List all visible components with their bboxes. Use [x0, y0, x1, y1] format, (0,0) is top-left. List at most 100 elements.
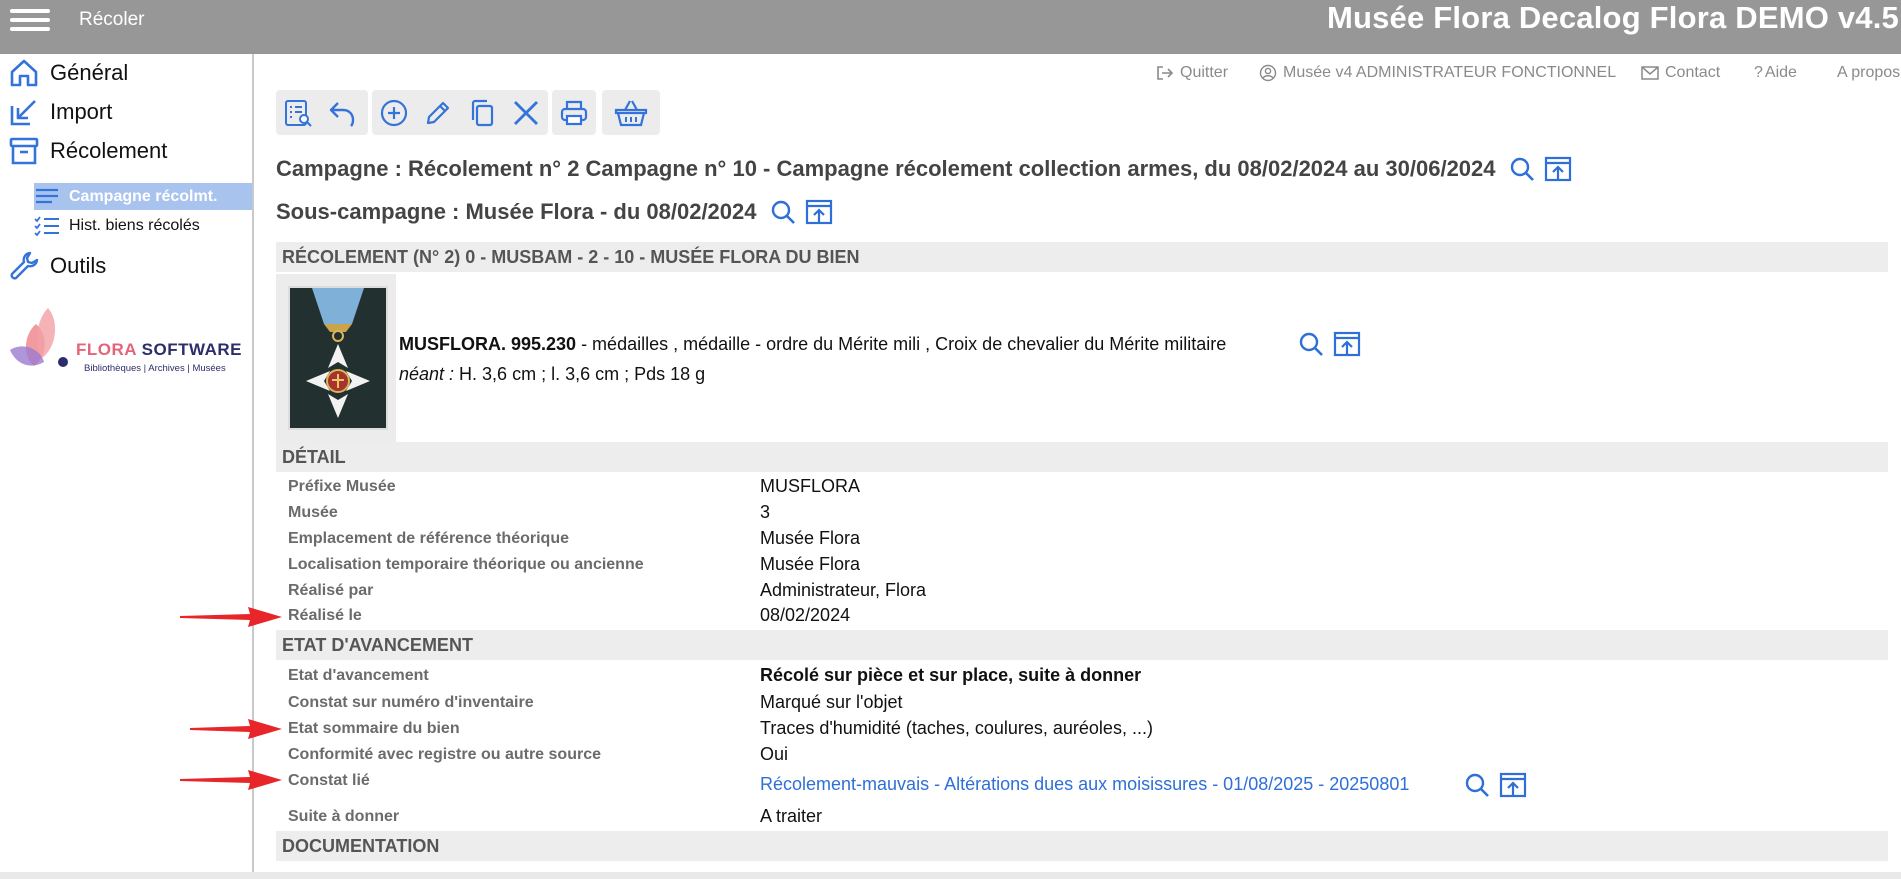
sidebar-item-import[interactable]: Import — [8, 96, 112, 128]
sidebar-item-label: Général — [50, 60, 129, 85]
basket-button[interactable] — [602, 90, 660, 135]
toolbar-group-print — [552, 90, 596, 135]
about-link[interactable]: A propos — [1837, 64, 1900, 82]
help-link[interactable]: ? Aide — [1754, 64, 1797, 82]
contact-link[interactable]: Contact — [1641, 64, 1720, 82]
subcampaign-title: Sous-campagne : Musée Flora - du 08/02/2… — [276, 199, 757, 224]
envelope-icon — [1641, 66, 1659, 80]
field-label-etat-avancement: Etat d'avancement — [288, 667, 429, 684]
toolbar-group-nav — [276, 90, 368, 135]
red-annotation-arrow-icon — [180, 607, 282, 627]
sidebar-subitem-label: Campagne récolmt. — [69, 187, 218, 205]
app-title: Musée Flora Decalog Flora DEMO v4.5 — [1326, 0, 1899, 35]
bien-description: MUSFLORA. 995.230 - médailles , médaille… — [399, 334, 1226, 355]
logout-icon — [1157, 66, 1174, 80]
logo-tagline: Bibliothèques | Archives | Musées — [84, 363, 226, 374]
edit-pencil-icon — [426, 101, 450, 124]
field-value-constat-inventaire: Marqué sur l'objet — [760, 692, 903, 712]
field-label-realise-le: Réalisé le — [288, 607, 362, 624]
undo-icon — [329, 101, 355, 127]
toolbar-group-edit — [372, 90, 548, 135]
copy-button[interactable] — [460, 90, 504, 135]
subcampaign-open-button[interactable] — [805, 198, 833, 226]
bien-dimensions: néant : H. 3,6 cm ; l. 3,6 cm ; Pds 18 g — [399, 364, 705, 385]
constat-lie-actions — [1463, 771, 1527, 799]
constat-open-button[interactable] — [1499, 771, 1527, 799]
campaign-open-button[interactable] — [1544, 155, 1572, 183]
field-label-musee: Musée — [288, 504, 338, 521]
horizontal-scrollbar[interactable] — [0, 872, 1901, 879]
red-annotation-arrow-icon — [190, 719, 282, 739]
field-value-realise-par: Administrateur, Flora — [760, 580, 927, 600]
open-external-icon — [1499, 772, 1527, 798]
edit-button[interactable] — [416, 90, 460, 135]
question-mark-icon: ? — [1754, 64, 1763, 81]
open-external-icon — [1544, 156, 1571, 182]
search-list-icon — [285, 99, 312, 127]
search-icon — [1465, 773, 1489, 797]
bien-open-button[interactable] — [1333, 330, 1361, 358]
field-value-localisation: Musée Flora — [760, 554, 861, 574]
add-button[interactable] — [372, 90, 416, 135]
field-value-conformite: Oui — [760, 744, 789, 764]
user-circle-icon — [1259, 64, 1277, 82]
wrench-icon — [10, 251, 39, 280]
subcampaign-heading: Sous-campagne : Musée Flora - du 08/02/2… — [276, 198, 833, 226]
user-link[interactable]: Musée v4 ADMINISTRATEUR FONCTIONNEL — [1259, 64, 1616, 82]
sidebar-item-recolement[interactable]: Récolement — [8, 135, 167, 167]
home-icon — [10, 59, 38, 87]
campaign-heading: Campagne : Récolement n° 2 Campagne n° 1… — [276, 155, 1572, 183]
field-label-prefixe-musee: Préfixe Musée — [288, 478, 396, 495]
open-external-icon — [1333, 331, 1361, 357]
field-value-prefixe-musee: MUSFLORA — [760, 476, 861, 496]
subcampaign-search-button[interactable] — [769, 198, 797, 226]
field-value-etat-sommaire: Traces d'humidité (taches, coulures, aur… — [760, 718, 1153, 738]
bien-description-text: - médailles , médaille - ordre du Mérite… — [576, 334, 1227, 354]
checklist-icon — [34, 215, 59, 236]
field-value-musee: 3 — [760, 502, 771, 522]
search-icon — [1510, 157, 1534, 181]
sidebar-subitem-campagne[interactable]: Campagne récolmt. — [34, 183, 252, 210]
field-value-realise-le: 08/02/2024 — [760, 605, 851, 625]
field-label-realise-par: Réalisé par — [288, 582, 374, 599]
bien-thumbnail-frame — [276, 274, 396, 442]
bien-summary: MUSFLORA. 995.230 - médailles , médaille… — [276, 274, 1888, 442]
delete-button[interactable] — [504, 90, 548, 135]
undo-button[interactable] — [320, 90, 364, 135]
field-label-suite-a-donner: Suite à donner — [288, 808, 400, 825]
bien-reference: MUSFLORA. 995.230 — [399, 334, 577, 354]
section-documentation: DOCUMENTATION — [276, 831, 1888, 861]
module-title: Récoler — [79, 9, 145, 30]
search-list-button[interactable] — [276, 90, 320, 135]
list-lines-icon — [36, 188, 58, 203]
field-value-emplacement: Musée Flora — [760, 528, 861, 548]
campaign-title: Campagne : Récolement n° 2 Campagne n° 1… — [276, 156, 1496, 181]
archive-box-icon — [9, 137, 39, 165]
delete-x-icon — [514, 100, 538, 125]
bien-search-button[interactable] — [1297, 330, 1325, 358]
hamburger-menu-icon[interactable] — [10, 4, 50, 36]
field-label-localisation: Localisation temporaire théorique ou anc… — [288, 556, 644, 573]
medal-thumbnail-image[interactable] — [288, 286, 388, 430]
toolbar-group-basket — [602, 90, 660, 135]
bien-dims-text: H. 3,6 cm ; l. 3,6 cm ; Pds 18 g — [454, 364, 706, 384]
sidebar-item-general[interactable]: Général — [8, 57, 128, 89]
quit-link[interactable]: Quitter — [1156, 64, 1228, 82]
print-button[interactable] — [552, 90, 596, 135]
field-label-emplacement: Emplacement de référence théorique — [288, 530, 569, 547]
sidebar-item-outils[interactable]: Outils — [8, 250, 106, 282]
field-value-constat-lie-link[interactable]: Récolement-mauvais - Altérations dues au… — [760, 774, 1409, 795]
sidebar-subitem-hist[interactable]: Hist. biens récolés — [34, 212, 252, 239]
top-bar: Récoler Musée Flora Decalog Flora DEMO v… — [0, 0, 1901, 54]
constat-search-button[interactable] — [1463, 771, 1491, 799]
import-arrow-icon — [10, 100, 36, 126]
section-recolement-bien: RÉCOLEMENT (N° 2) 0 - MUSBAM - 2 - 10 - … — [276, 242, 1888, 272]
sidebar-item-label: Import — [50, 99, 113, 124]
campaign-search-button[interactable] — [1508, 155, 1536, 183]
sidebar: Général Import Récolement Campagne récol… — [0, 54, 254, 879]
field-label-constat-inventaire: Constat sur numéro d'inventaire — [288, 694, 534, 711]
print-icon — [560, 100, 588, 125]
logo-brand: FLORA SOFTWARE — [76, 340, 242, 359]
field-label-conformite: Conformité avec registre ou autre source — [288, 746, 601, 763]
open-external-icon — [805, 199, 832, 225]
